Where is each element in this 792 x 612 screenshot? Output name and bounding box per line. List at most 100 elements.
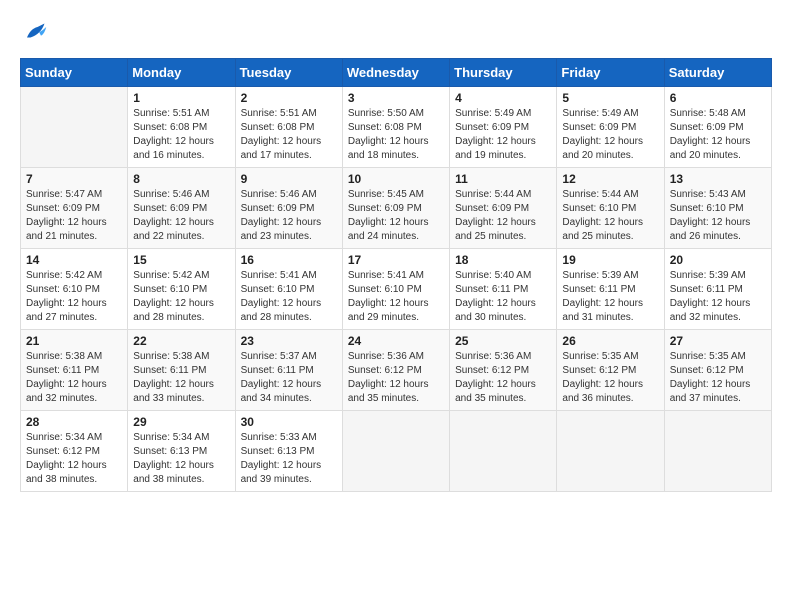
day-info-line: Daylight: 12 hours [133, 459, 229, 473]
day-info-line: and 35 minutes. [348, 392, 444, 406]
day-info-line: Daylight: 12 hours [348, 135, 444, 149]
weekday-header-monday: Monday [128, 59, 235, 87]
calendar-cell: 24Sunrise: 5:36 AMSunset: 6:12 PMDayligh… [342, 330, 449, 411]
day-info-line: and 25 minutes. [455, 230, 551, 244]
day-info-line: Sunset: 6:09 PM [241, 202, 337, 216]
day-info-line: Sunset: 6:12 PM [562, 364, 658, 378]
calendar-cell [450, 411, 557, 492]
day-info-line: and 34 minutes. [241, 392, 337, 406]
day-info-line: Daylight: 12 hours [562, 135, 658, 149]
day-info-line: Sunset: 6:09 PM [455, 121, 551, 135]
calendar-cell: 20Sunrise: 5:39 AMSunset: 6:11 PMDayligh… [664, 249, 771, 330]
calendar-cell: 12Sunrise: 5:44 AMSunset: 6:10 PMDayligh… [557, 168, 664, 249]
calendar-cell: 19Sunrise: 5:39 AMSunset: 6:11 PMDayligh… [557, 249, 664, 330]
day-info-line: and 23 minutes. [241, 230, 337, 244]
day-info-line: Sunset: 6:08 PM [348, 121, 444, 135]
day-info-line: Sunrise: 5:38 AM [26, 350, 122, 364]
day-info-line: Sunrise: 5:46 AM [133, 188, 229, 202]
day-number: 10 [348, 172, 444, 186]
day-info-line: Daylight: 12 hours [26, 378, 122, 392]
calendar-cell: 6Sunrise: 5:48 AMSunset: 6:09 PMDaylight… [664, 87, 771, 168]
day-info-line: Sunrise: 5:36 AM [348, 350, 444, 364]
day-info-line: Sunrise: 5:38 AM [133, 350, 229, 364]
day-info-line: Sunrise: 5:34 AM [26, 431, 122, 445]
day-info-line: Daylight: 12 hours [348, 297, 444, 311]
day-info-line: Sunrise: 5:34 AM [133, 431, 229, 445]
day-info-line: Sunrise: 5:48 AM [670, 107, 766, 121]
calendar-cell: 15Sunrise: 5:42 AMSunset: 6:10 PMDayligh… [128, 249, 235, 330]
day-info-line: Daylight: 12 hours [455, 216, 551, 230]
day-info-line: Sunset: 6:11 PM [241, 364, 337, 378]
calendar-cell: 14Sunrise: 5:42 AMSunset: 6:10 PMDayligh… [21, 249, 128, 330]
day-info-line: Sunset: 6:09 PM [670, 121, 766, 135]
day-info-line: Sunset: 6:12 PM [670, 364, 766, 378]
day-info-line: Sunrise: 5:46 AM [241, 188, 337, 202]
week-row-4: 21Sunrise: 5:38 AMSunset: 6:11 PMDayligh… [21, 330, 772, 411]
day-info-line: Sunset: 6:13 PM [133, 445, 229, 459]
day-info-line: Sunrise: 5:45 AM [348, 188, 444, 202]
calendar-cell: 21Sunrise: 5:38 AMSunset: 6:11 PMDayligh… [21, 330, 128, 411]
day-info-line: Sunrise: 5:51 AM [133, 107, 229, 121]
day-info-line: and 20 minutes. [670, 149, 766, 163]
day-info-line: Daylight: 12 hours [133, 378, 229, 392]
day-info-line: and 32 minutes. [26, 392, 122, 406]
calendar-cell [342, 411, 449, 492]
day-info-line: and 21 minutes. [26, 230, 122, 244]
day-info-line: Sunrise: 5:43 AM [670, 188, 766, 202]
week-row-3: 14Sunrise: 5:42 AMSunset: 6:10 PMDayligh… [21, 249, 772, 330]
day-info-line: Sunrise: 5:39 AM [670, 269, 766, 283]
week-row-5: 28Sunrise: 5:34 AMSunset: 6:12 PMDayligh… [21, 411, 772, 492]
day-info-line: Daylight: 12 hours [26, 216, 122, 230]
day-info-line: Sunrise: 5:39 AM [562, 269, 658, 283]
weekday-header-thursday: Thursday [450, 59, 557, 87]
calendar-cell: 8Sunrise: 5:46 AMSunset: 6:09 PMDaylight… [128, 168, 235, 249]
day-info-line: Sunrise: 5:51 AM [241, 107, 337, 121]
page-header [20, 20, 772, 48]
day-info-line: and 38 minutes. [26, 473, 122, 487]
day-info-line: and 36 minutes. [562, 392, 658, 406]
day-info-line: Daylight: 12 hours [241, 135, 337, 149]
day-number: 14 [26, 253, 122, 267]
day-number: 25 [455, 334, 551, 348]
day-info-line: Sunset: 6:09 PM [26, 202, 122, 216]
day-number: 12 [562, 172, 658, 186]
day-number: 5 [562, 91, 658, 105]
day-info-line: and 19 minutes. [455, 149, 551, 163]
day-info-line: Daylight: 12 hours [241, 378, 337, 392]
calendar-cell [21, 87, 128, 168]
day-info-line: and 26 minutes. [670, 230, 766, 244]
calendar-cell: 3Sunrise: 5:50 AMSunset: 6:08 PMDaylight… [342, 87, 449, 168]
day-info-line: and 37 minutes. [670, 392, 766, 406]
calendar-cell: 9Sunrise: 5:46 AMSunset: 6:09 PMDaylight… [235, 168, 342, 249]
day-info-line: Sunset: 6:11 PM [133, 364, 229, 378]
day-info-line: Sunrise: 5:35 AM [670, 350, 766, 364]
day-number: 8 [133, 172, 229, 186]
day-info-line: Daylight: 12 hours [133, 297, 229, 311]
day-number: 28 [26, 415, 122, 429]
day-info-line: Daylight: 12 hours [455, 135, 551, 149]
calendar-cell: 22Sunrise: 5:38 AMSunset: 6:11 PMDayligh… [128, 330, 235, 411]
calendar-cell: 2Sunrise: 5:51 AMSunset: 6:08 PMDaylight… [235, 87, 342, 168]
day-info-line: and 16 minutes. [133, 149, 229, 163]
calendar-cell: 16Sunrise: 5:41 AMSunset: 6:10 PMDayligh… [235, 249, 342, 330]
day-number: 2 [241, 91, 337, 105]
day-number: 20 [670, 253, 766, 267]
day-info-line: Sunset: 6:08 PM [133, 121, 229, 135]
day-info-line: Sunrise: 5:42 AM [26, 269, 122, 283]
day-number: 6 [670, 91, 766, 105]
day-number: 27 [670, 334, 766, 348]
day-info-line: Sunrise: 5:49 AM [562, 107, 658, 121]
weekday-header-sunday: Sunday [21, 59, 128, 87]
day-info-line: Daylight: 12 hours [670, 216, 766, 230]
day-info-line: Sunset: 6:11 PM [455, 283, 551, 297]
calendar-header-row: SundayMondayTuesdayWednesdayThursdayFrid… [21, 59, 772, 87]
day-info-line: Sunrise: 5:44 AM [562, 188, 658, 202]
day-info-line: Sunset: 6:09 PM [133, 202, 229, 216]
day-info-line: and 28 minutes. [241, 311, 337, 325]
day-info-line: Daylight: 12 hours [670, 297, 766, 311]
day-info-line: and 18 minutes. [348, 149, 444, 163]
day-number: 19 [562, 253, 658, 267]
day-number: 1 [133, 91, 229, 105]
day-info-line: Sunset: 6:12 PM [348, 364, 444, 378]
calendar-cell [557, 411, 664, 492]
